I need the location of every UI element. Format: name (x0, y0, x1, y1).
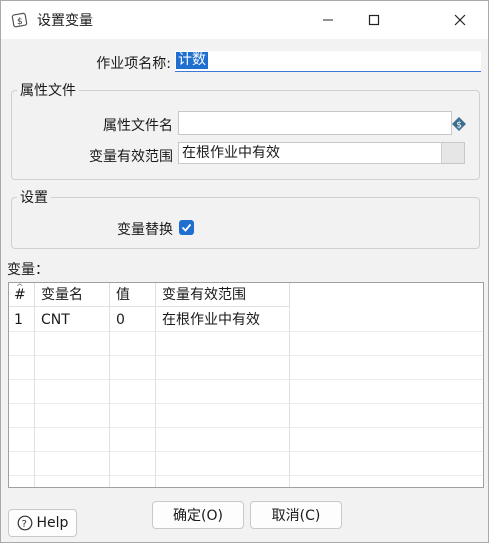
variables-label: 变量： (7, 262, 49, 278)
col-header-index-label: # (14, 287, 26, 303)
settings-group-label: 设置 (17, 187, 51, 207)
job-name-value: 计数 (176, 52, 208, 69)
properties-file-group-label: 属性文件 (17, 80, 79, 100)
row-line (9, 451, 483, 452)
svg-text:?: ? (21, 519, 26, 530)
scope-select[interactable]: 在根作业中有效 (178, 142, 465, 164)
properties-file-name-label: 属性文件名 (103, 118, 173, 134)
dialog-content: 作业项名称: 计数 属性文件 属性文件名 $ 变量有效范围 在根作业中有效 设置… (1, 39, 488, 542)
maximize-button[interactable] (351, 1, 397, 39)
cell-index[interactable]: 1 (9, 308, 35, 332)
set-variables-dialog: $ 设置变量 作业项名称: 计数 属性文件 属性文件名 $ 变量有效范围 在根作… (0, 0, 489, 543)
minimize-icon (323, 19, 333, 21)
variables-table: ^ # 变量名 值 变量有效范围 1 CNT 0 在根作业中有效 (8, 282, 484, 488)
scope-select-value: 在根作业中有效 (182, 145, 280, 161)
help-button[interactable]: ? Help (8, 509, 77, 537)
col-header-value[interactable]: 值 (110, 283, 156, 307)
ok-button[interactable]: 确定(O) (152, 501, 244, 529)
app-icon: $ (11, 12, 28, 28)
close-button[interactable] (437, 1, 483, 39)
col-header-index[interactable]: ^ # (9, 283, 35, 307)
svg-text:$: $ (17, 17, 23, 27)
variable-insert-icon[interactable]: $ (452, 117, 466, 131)
col-header-scope[interactable]: 变量有效范围 (156, 283, 290, 307)
close-icon (454, 14, 466, 26)
cell-name[interactable]: CNT (35, 308, 110, 332)
row-line (9, 403, 483, 404)
col-header-name[interactable]: 变量名 (35, 283, 110, 307)
cancel-button[interactable]: 取消(C) (250, 501, 342, 529)
variable-replace-checkbox[interactable] (179, 220, 194, 235)
job-name-input[interactable]: 计数 (175, 51, 481, 72)
window-title: 设置变量 (37, 13, 93, 29)
svg-text:$: $ (456, 121, 462, 131)
row-line (9, 475, 483, 476)
row-line (9, 355, 483, 356)
cell-value[interactable]: 0 (110, 308, 156, 332)
help-button-label: Help (36, 515, 69, 531)
maximize-icon (368, 14, 380, 26)
variable-replace-label: 变量替换 (117, 222, 173, 238)
help-icon: ? (17, 515, 32, 531)
row-line (9, 379, 483, 380)
properties-file-name-input[interactable] (178, 111, 452, 135)
title-bar: $ 设置变量 (1, 1, 488, 39)
cell-scope[interactable]: 在根作业中有效 (156, 308, 290, 332)
scope-dropdown-button[interactable] (441, 143, 464, 163)
scope-label: 变量有效范围 (89, 149, 173, 165)
row-line (9, 427, 483, 428)
job-name-label: 作业项名称: (96, 56, 171, 72)
minimize-button[interactable] (305, 1, 351, 39)
properties-file-group (11, 90, 480, 180)
checkmark-icon (181, 223, 192, 232)
